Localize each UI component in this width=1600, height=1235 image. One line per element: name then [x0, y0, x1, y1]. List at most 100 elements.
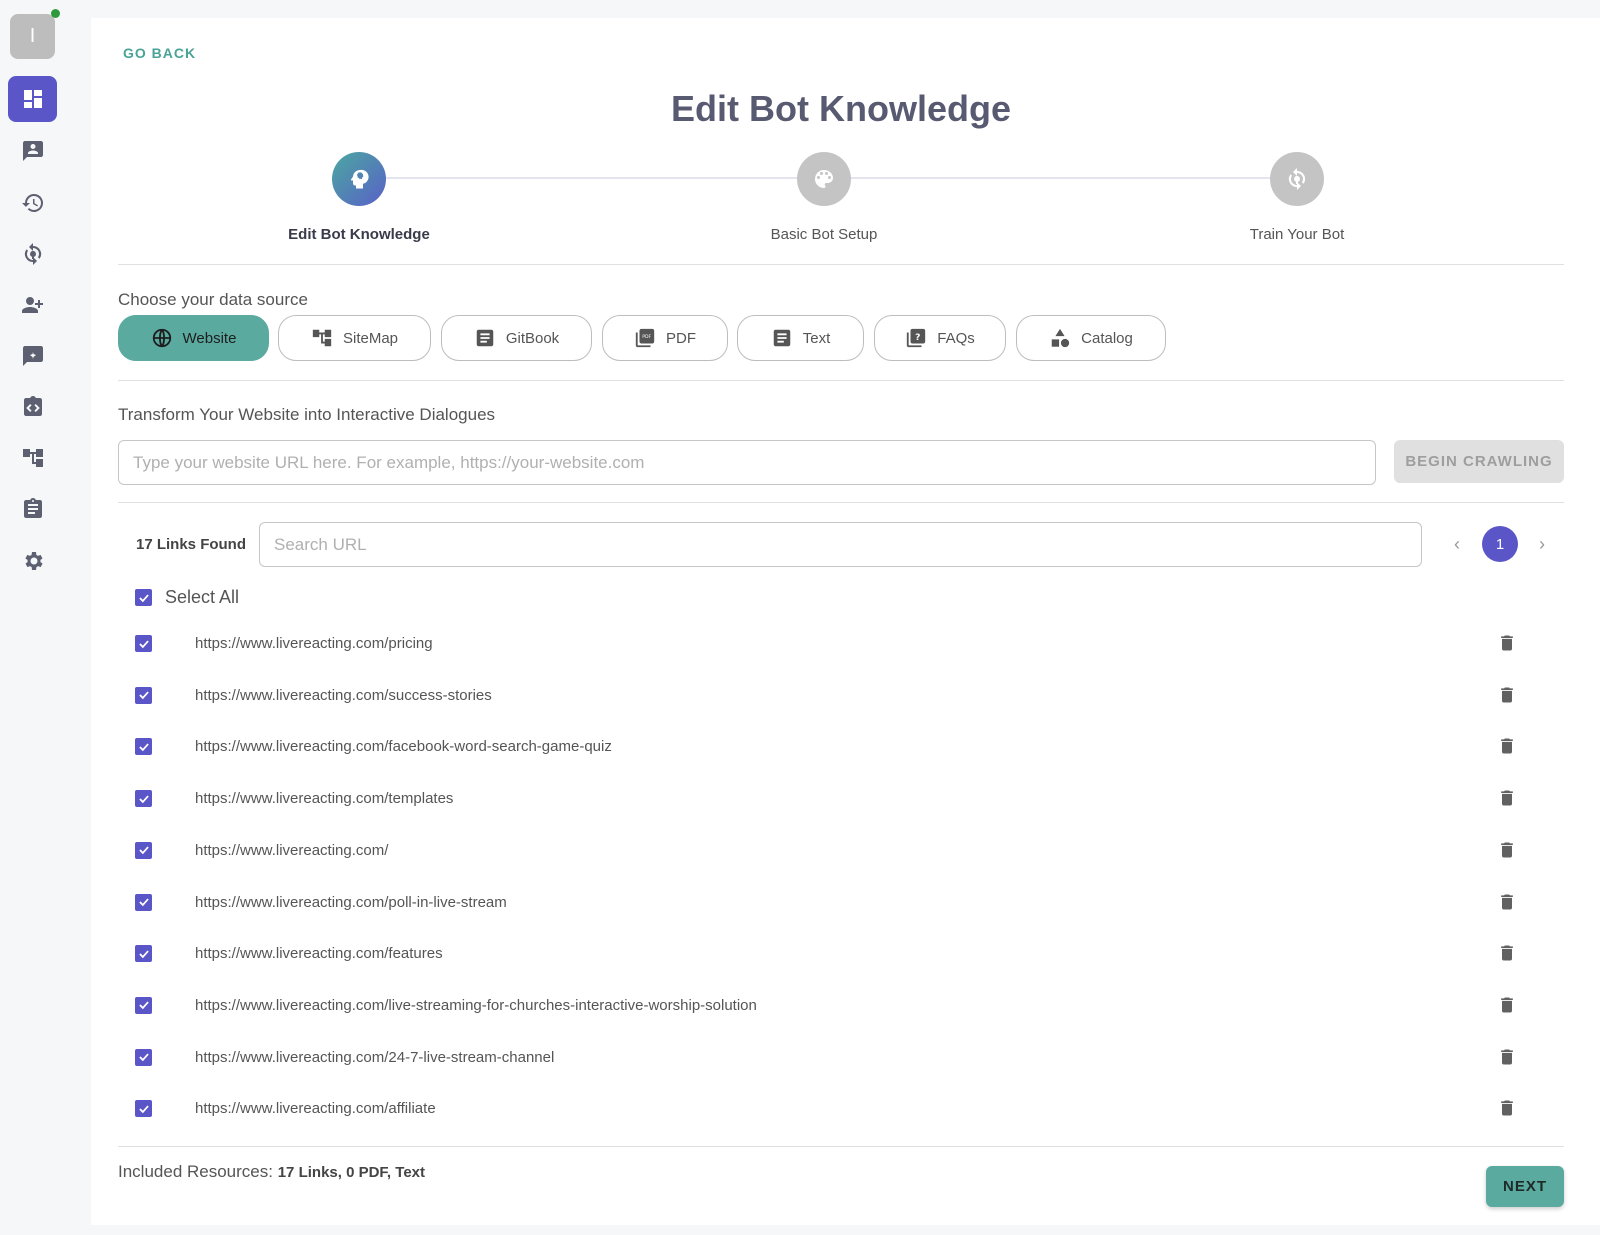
text-icon [773, 329, 790, 347]
train-icon [24, 243, 41, 265]
source-text-button[interactable]: Text [737, 315, 864, 361]
link-checkbox[interactable] [135, 996, 152, 1014]
avatar-initial: I [29, 25, 36, 47]
avatar[interactable]: I [10, 14, 55, 59]
sidebar-item-dashboard[interactable] [8, 76, 57, 122]
next-page-button[interactable]: › [1532, 534, 1552, 554]
sidebar-item-train[interactable] [8, 231, 57, 277]
sidebar-item-history[interactable] [8, 180, 57, 226]
add-user-icon [21, 297, 43, 313]
link-checkbox[interactable] [135, 790, 152, 808]
sitemap-icon [22, 449, 43, 467]
online-status-dot [51, 9, 60, 18]
pdf-icon: PDF [635, 328, 655, 348]
link-url: https://www.livereacting.com/affiliate [195, 1100, 436, 1118]
step-train-circle[interactable] [1270, 152, 1324, 206]
source-label: PDF [666, 329, 696, 347]
trash-icon[interactable] [1497, 788, 1517, 808]
checkmark-icon [138, 593, 149, 602]
trash-icon[interactable] [1497, 1047, 1517, 1067]
link-checkbox[interactable] [135, 841, 152, 859]
checkmark-icon [138, 743, 149, 752]
step-edit-knowledge-circle[interactable] [332, 152, 386, 206]
sidebar-item-chats[interactable] [8, 128, 57, 174]
link-checkbox[interactable] [135, 738, 152, 756]
chat-user-icon [22, 141, 43, 161]
code-icon [23, 396, 42, 416]
link-checkbox[interactable] [135, 686, 152, 704]
divider [118, 1146, 1564, 1147]
link-url: https://www.livereacting.com/live-stream… [195, 996, 757, 1014]
source-pdf-button[interactable]: PDF PDF [602, 315, 728, 361]
resources-value: 17 Links, 0 PDF, Text [277, 1164, 425, 1181]
svg-text:?: ? [915, 332, 920, 343]
link-checkbox[interactable] [135, 945, 152, 963]
main-card: GO BACK Edit Bot Knowledge Edit Bot Know… [91, 18, 1600, 1225]
link-row: https://www.livereacting.com/success-sto… [127, 681, 1557, 711]
brain-icon [350, 169, 369, 189]
faq-icon: ? [907, 328, 926, 348]
next-button[interactable]: NEXT [1486, 1166, 1564, 1207]
link-url: https://www.livereacting.com/ [195, 841, 389, 859]
sidebar-item-embed-code[interactable] [8, 384, 57, 430]
globe-icon [152, 328, 171, 348]
link-row: https://www.livereacting.com/pricing [127, 629, 1557, 659]
trash-icon[interactable] [1497, 633, 1517, 653]
link-url: https://www.livereacting.com/poll-in-liv… [195, 893, 507, 911]
gear-icon [24, 552, 43, 570]
feedback-icon [22, 346, 43, 366]
source-label: GitBook [505, 329, 560, 347]
trash-icon[interactable] [1497, 685, 1517, 705]
link-row: https://www.livereacting.com/facebook-wo… [127, 732, 1557, 762]
source-website-button[interactable]: Website [118, 315, 269, 361]
trash-icon[interactable] [1497, 892, 1517, 912]
source-catalog-button[interactable]: Catalog [1016, 315, 1166, 361]
source-faqs-button[interactable]: ? FAQs [874, 315, 1006, 361]
link-checkbox[interactable] [135, 893, 152, 911]
checkmark-icon [138, 1053, 149, 1062]
link-row: https://www.livereacting.com/24-7-live-s… [127, 1043, 1557, 1073]
sidebar-item-feedback[interactable] [8, 333, 57, 379]
link-url: https://www.livereacting.com/pricing [195, 635, 433, 652]
link-checkbox[interactable] [135, 1100, 152, 1118]
select-all-checkbox[interactable] [135, 589, 152, 606]
page-number-button[interactable]: 1 [1482, 526, 1518, 562]
source-gitbook-button[interactable]: GitBook [441, 315, 592, 361]
sidebar: I [0, 0, 64, 1235]
checkmark-icon [138, 639, 149, 648]
prev-page-button[interactable]: ‹ [1447, 534, 1467, 554]
sidebar-item-add-user[interactable] [8, 282, 57, 328]
website-url-input[interactable] [118, 440, 1376, 485]
checkmark-icon [138, 1001, 149, 1010]
sidebar-item-settings[interactable] [8, 538, 57, 584]
link-row: https://www.livereacting.com/features [127, 939, 1557, 969]
stepper-connector [379, 177, 799, 179]
included-resources: Included Resources: 17 Links, 0 PDF, Tex… [118, 1162, 425, 1182]
clipboard-icon [23, 498, 42, 518]
checkmark-icon [138, 950, 149, 958]
search-url-input[interactable] [259, 522, 1422, 567]
step-basic-setup-circle[interactable] [797, 152, 851, 206]
trash-icon[interactable] [1497, 840, 1517, 860]
website-section-heading: Transform Your Website into Interactive … [118, 405, 496, 424]
sidebar-item-clipboard[interactable] [8, 486, 57, 532]
link-checkbox[interactable] [135, 1048, 152, 1066]
source-label: Website [182, 329, 237, 347]
trash-icon[interactable] [1497, 943, 1517, 963]
divider [118, 502, 1564, 503]
data-source-label: Choose your data source [118, 290, 308, 309]
trash-icon[interactable] [1497, 1098, 1517, 1118]
link-url: https://www.livereacting.com/24-7-live-s… [195, 1048, 555, 1066]
link-checkbox[interactable] [135, 635, 152, 652]
source-sitemap-button[interactable]: SiteMap [278, 315, 431, 361]
trash-icon[interactable] [1497, 736, 1517, 756]
checkmark-icon [138, 691, 149, 700]
trash-icon[interactable] [1497, 995, 1517, 1015]
begin-crawling-button[interactable]: BEGIN CRAWLING [1394, 440, 1564, 483]
go-back-link[interactable]: GO BACK [123, 45, 196, 61]
svg-text:PDF: PDF [642, 334, 651, 340]
sidebar-item-sitemap[interactable] [8, 435, 57, 481]
link-row: https://www.livereacting.com/poll-in-liv… [127, 888, 1557, 918]
links-found-count: 17 Links Found [136, 536, 247, 553]
checkmark-icon [138, 795, 149, 803]
